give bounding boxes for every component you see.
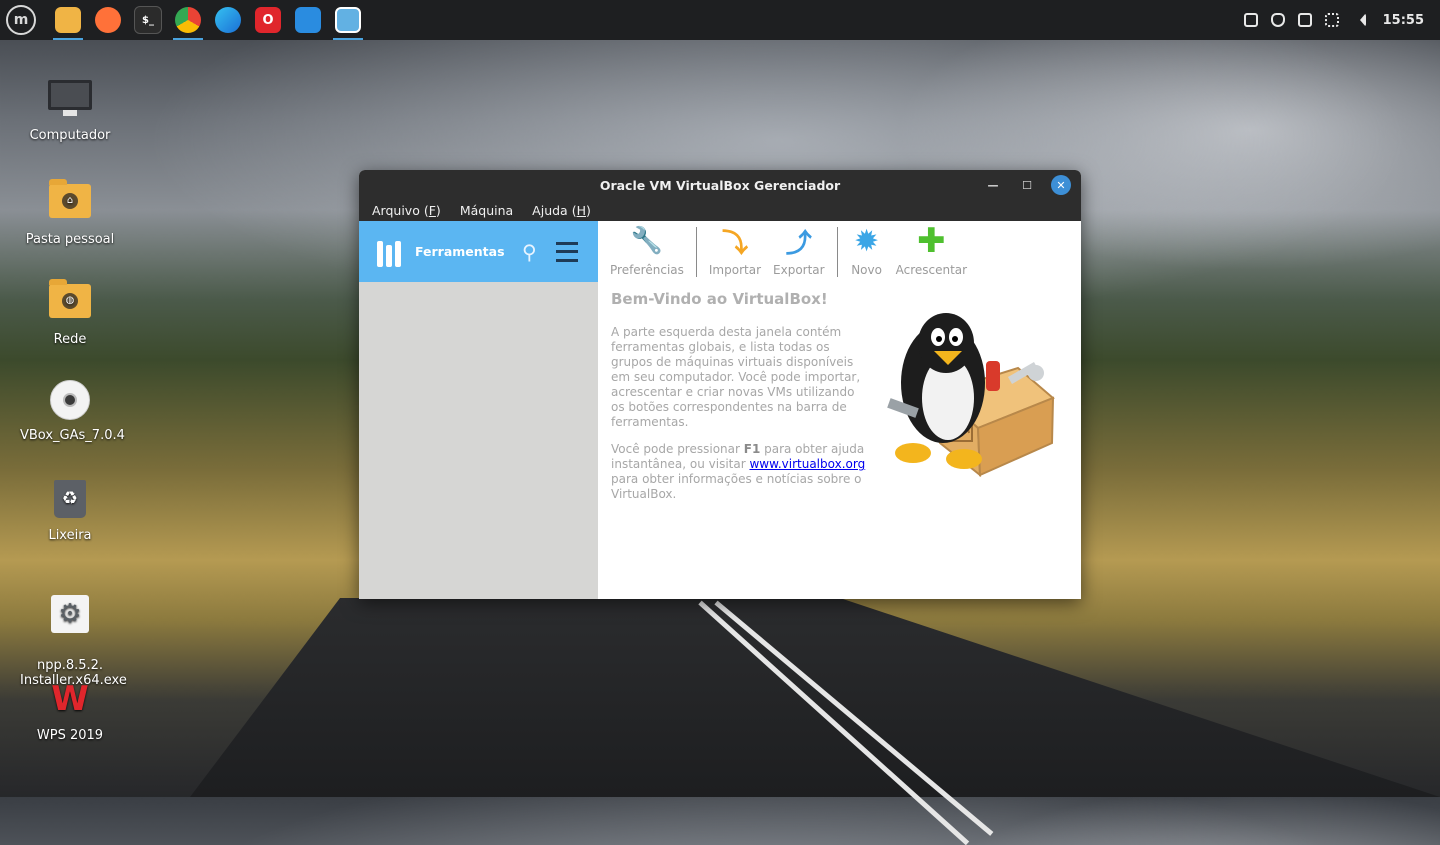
virtualbox-manager-window: Oracle VM VirtualBox Gerenciador — ☐ ✕ A… (359, 170, 1081, 599)
welcome-title: Bem-Vindo ao VirtualBox! (611, 290, 828, 308)
desktop-icon-wps[interactable]: W WPS 2019 (20, 678, 120, 743)
window-titlebar[interactable]: Oracle VM VirtualBox Gerenciador — ☐ ✕ (359, 170, 1081, 200)
network-folder-icon: ◍ (46, 279, 94, 328)
taskbar-edge[interactable] (211, 3, 245, 37)
wps-icon: W (51, 679, 89, 719)
add-button[interactable]: ✚ Acrescentar (890, 221, 973, 277)
menu-arquivo[interactable]: Arquivo (F) (372, 203, 441, 218)
plus-icon: ✚ (917, 221, 946, 261)
new-star-icon: ✹ (854, 223, 880, 259)
clipboard-icon[interactable] (1297, 13, 1312, 27)
desktop-icon-label: VBox_GAs_7.0.4 (20, 428, 125, 443)
taskbar-terminal[interactable]: $_ (131, 3, 165, 37)
wrench-icon: 🔧 (630, 226, 664, 256)
sidebar-item-tools[interactable]: Ferramentas ⚲ (359, 221, 598, 282)
clock[interactable]: 15:55 (1383, 13, 1424, 28)
close-button[interactable]: ✕ (1051, 175, 1071, 195)
export-button[interactable]: ⤴ Exportar (767, 221, 831, 278)
desktop-icon-home[interactable]: ⌂ Pasta pessoal (20, 178, 120, 247)
firefox-icon (95, 7, 121, 33)
menubar: Arquivo (F) Máquina Ajuda (H) (359, 200, 1081, 221)
tools-pane: 🔧 Preferências ⤵ Importar ⤴ Exportar ✹ N… (598, 221, 1081, 599)
preferences-button[interactable]: 🔧 Preferências (604, 221, 690, 277)
edge-icon (215, 7, 241, 33)
welcome-help-paragraph: Você pode pressionar F1 para obter ajuda… (611, 442, 866, 501)
taskbar-chrome[interactable] (171, 3, 205, 40)
desktop-icon-label: Pasta pessoal (25, 232, 115, 247)
road-background (190, 598, 1440, 797)
sidebar-item-label: Ferramentas (415, 244, 505, 259)
desktop-icon-trash[interactable]: ♻ Lixeira (20, 478, 120, 543)
desktop-icon-label: Computador (29, 128, 111, 143)
export-icon: ⤴ (785, 228, 812, 259)
tools-icon (377, 237, 407, 267)
tux-toolbox-illustration (887, 313, 1055, 478)
list-menu-icon[interactable] (556, 241, 578, 262)
virtualbox-icon (335, 7, 361, 33)
toolbar-separator (695, 227, 697, 277)
volume-icon[interactable] (1352, 13, 1366, 27)
notifications-icon[interactable] (1243, 13, 1258, 27)
home-folder-icon: ⌂ (46, 179, 94, 228)
computer-icon (46, 80, 94, 124)
chrome-icon (175, 7, 201, 33)
taskbar-firefox[interactable] (91, 3, 125, 37)
menu-maquina[interactable]: Máquina (460, 203, 513, 218)
import-button[interactable]: ⤵ Importar (703, 221, 767, 278)
toolbar: 🔧 Preferências ⤵ Importar ⤴ Exportar ✹ N… (598, 221, 1081, 282)
window-title: Oracle VM VirtualBox Gerenciador (599, 177, 841, 193)
linux-mint-logo-icon[interactable]: m (6, 5, 36, 35)
menu-ajuda[interactable]: Ajuda (H) (532, 203, 591, 218)
import-icon: ⤵ (721, 228, 748, 259)
minimize-button[interactable]: — (983, 175, 1003, 195)
desktop-icon-label: Rede (53, 332, 87, 347)
terminal-icon: $_ (134, 6, 162, 34)
folder-icon (55, 7, 81, 33)
desktop-icon-network[interactable]: ◍ Rede (20, 278, 120, 347)
maximize-button[interactable]: ☐ (1017, 175, 1037, 195)
disc-icon (46, 380, 94, 424)
welcome-text: Bem-Vindo ao VirtualBox! A parte esquerd… (611, 292, 871, 514)
desktop-icon-label: Lixeira (48, 528, 92, 543)
taskbar-vscode[interactable] (291, 3, 325, 37)
trash-icon: ♻ (46, 480, 94, 524)
opera-icon: O (255, 7, 281, 33)
taskbar: m $_ O 15:55 (0, 0, 1440, 40)
system-tray: 15:55 (1243, 0, 1424, 40)
shield-icon[interactable] (1270, 13, 1285, 27)
vscode-icon (295, 7, 321, 33)
settings-file-icon: ⚙ (46, 595, 94, 639)
pin-icon[interactable]: ⚲ (522, 241, 544, 263)
welcome-paragraph: A parte esquerda desta janela contém fer… (611, 325, 861, 429)
toolbar-separator (836, 227, 838, 277)
taskbar-files[interactable] (51, 3, 85, 40)
desktop-icon-vbox-gas[interactable]: VBox_GAs_7.0.4 (20, 378, 125, 443)
desktop-icon-label: WPS 2019 (36, 728, 104, 743)
machine-list-pane[interactable]: Ferramentas ⚲ (359, 221, 598, 599)
new-button[interactable]: ✹ Novo (844, 221, 890, 278)
desktop-icon-computer[interactable]: Computador (20, 78, 120, 143)
virtualbox-website-link[interactable]: www.virtualbox.org (749, 457, 865, 471)
taskbar-opera[interactable]: O (251, 3, 285, 37)
network-icon[interactable] (1324, 13, 1339, 27)
taskbar-virtualbox[interactable] (331, 3, 365, 40)
